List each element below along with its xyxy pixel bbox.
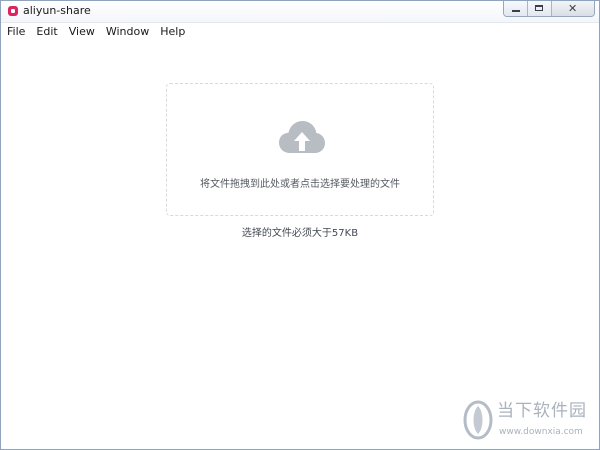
minimize-icon: [512, 10, 520, 12]
menu-help[interactable]: Help: [154, 24, 190, 40]
menu-file[interactable]: File: [1, 24, 30, 40]
menu-window[interactable]: Window: [100, 24, 154, 40]
watermark-url: www.downxia.com: [499, 427, 583, 437]
file-size-hint: 选择的文件必须大于57KB: [241, 228, 359, 239]
maximize-button[interactable]: [528, 1, 552, 16]
close-button[interactable]: ✕: [552, 1, 594, 16]
window-title: aliyun-share: [23, 4, 91, 17]
cloud-upload-icon: [279, 121, 325, 153]
minimize-button[interactable]: [504, 1, 528, 16]
app-icon: [8, 6, 18, 16]
menu-edit[interactable]: Edit: [30, 24, 62, 40]
menu-view[interactable]: View: [63, 24, 100, 40]
watermark: 当下软件园 www.downxia.com: [459, 396, 589, 446]
menu-bar: File Edit View Window Help: [1, 23, 599, 41]
watermark-logo-icon: [463, 400, 493, 440]
main-content: 将文件拖拽到此处或者点击选择要处理的文件 选择的文件必须大于57KB 当下软件园…: [1, 41, 599, 449]
file-drop-zone[interactable]: 将文件拖拽到此处或者点击选择要处理的文件: [166, 83, 434, 216]
window-controls: ✕: [503, 1, 595, 17]
close-icon: ✕: [568, 2, 578, 15]
maximize-icon: [535, 5, 543, 11]
watermark-name: 当下软件园: [497, 401, 587, 421]
drop-instruction-text: 将文件拖拽到此处或者点击选择要处理的文件: [200, 179, 400, 190]
app-window: aliyun-share ✕ File Edit View Window Hel…: [0, 0, 600, 450]
title-bar[interactable]: aliyun-share ✕: [1, 1, 599, 23]
